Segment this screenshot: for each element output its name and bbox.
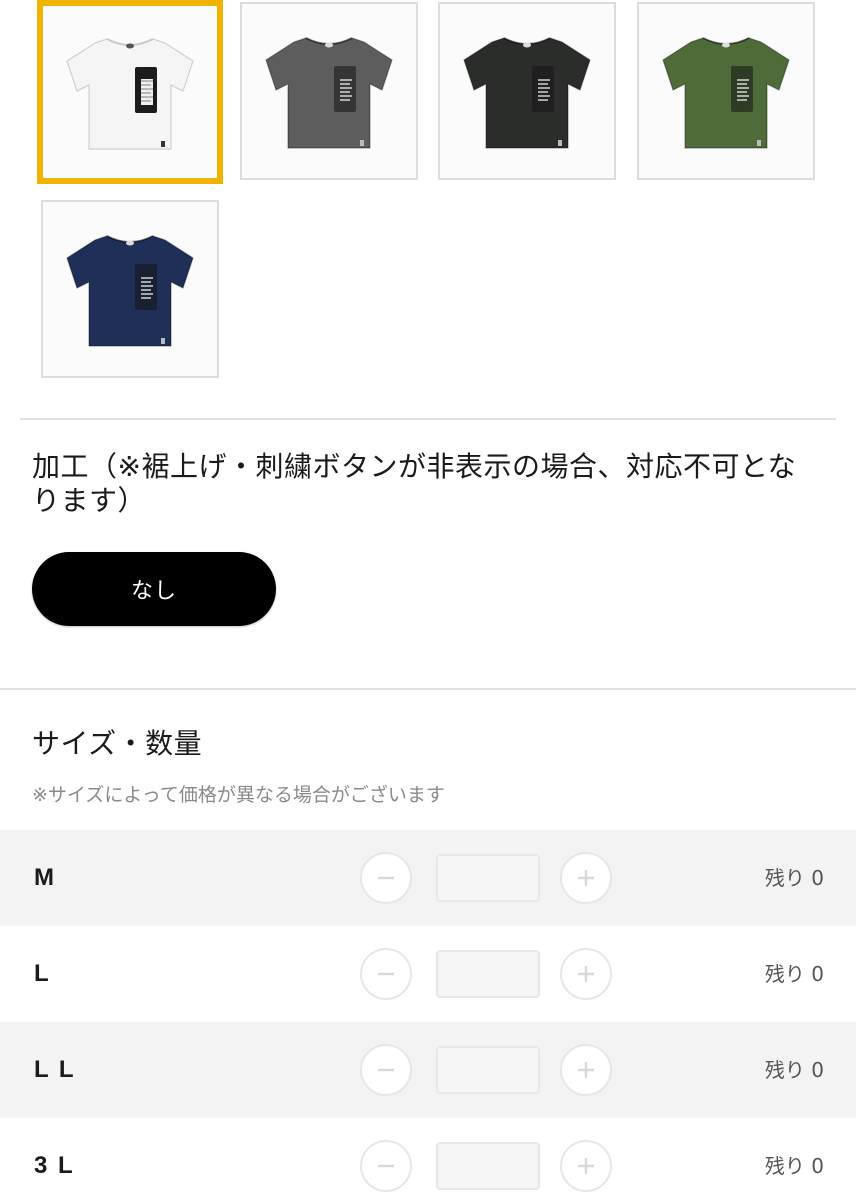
- size-label: L L: [34, 1056, 76, 1083]
- section-divider: [20, 418, 836, 420]
- tshirt-image-black: [463, 37, 591, 149]
- color-swatch-gray[interactable]: [240, 2, 418, 180]
- tshirt-image-white: [66, 38, 194, 150]
- decrement-button[interactable]: [360, 1140, 412, 1192]
- decrement-button[interactable]: [360, 852, 412, 904]
- stock-remaining: 残り 0: [764, 962, 824, 986]
- increment-button[interactable]: [560, 1044, 612, 1096]
- minus-icon: [378, 1068, 394, 1072]
- size-row: L 残り 0: [0, 926, 856, 1022]
- minus-icon: [378, 876, 394, 880]
- tshirt-image-navy: [66, 235, 194, 347]
- stock-remaining: 残り 0: [764, 1154, 824, 1178]
- minus-icon: [378, 1164, 394, 1168]
- section-divider: [0, 688, 856, 690]
- quantity-input[interactable]: [436, 1142, 540, 1190]
- size-label: 3 L: [34, 1152, 75, 1179]
- plus-icon: [578, 966, 594, 982]
- size-quantity-title: サイズ・数量: [32, 727, 203, 760]
- increment-button[interactable]: [560, 948, 612, 1000]
- size-label: M: [34, 864, 56, 891]
- minus-icon: [378, 972, 394, 976]
- processing-option-none-button[interactable]: なし: [32, 552, 276, 626]
- tshirt-image-olive: [662, 37, 790, 149]
- size-row: L L 残り 0: [0, 1022, 856, 1118]
- size-row: 3 L 残り 0: [0, 1118, 856, 1200]
- size-row: M 残り 0: [0, 830, 856, 926]
- plus-icon: [578, 870, 594, 886]
- quantity-input[interactable]: [436, 854, 540, 902]
- quantity-input[interactable]: [436, 950, 540, 998]
- increment-button[interactable]: [560, 852, 612, 904]
- stock-remaining: 残り 0: [764, 866, 824, 890]
- color-swatch-navy[interactable]: [41, 200, 219, 378]
- size-label: L: [34, 960, 51, 987]
- plus-icon: [578, 1158, 594, 1174]
- color-swatch-white[interactable]: [37, 0, 223, 184]
- increment-button[interactable]: [560, 1140, 612, 1192]
- plus-icon: [578, 1062, 594, 1078]
- decrement-button[interactable]: [360, 948, 412, 1000]
- decrement-button[interactable]: [360, 1044, 412, 1096]
- color-swatch-black[interactable]: [438, 2, 616, 180]
- processing-title: 加工（※裾上げ・刺繍ボタンが非表示の場合、対応不可となります）: [32, 450, 797, 517]
- color-swatch-olive[interactable]: [637, 2, 815, 180]
- stock-remaining: 残り 0: [764, 1058, 824, 1082]
- tshirt-image-gray: [265, 37, 393, 149]
- quantity-input[interactable]: [436, 1046, 540, 1094]
- size-price-note: ※サイズによって価格が異なる場合がございます: [32, 784, 445, 806]
